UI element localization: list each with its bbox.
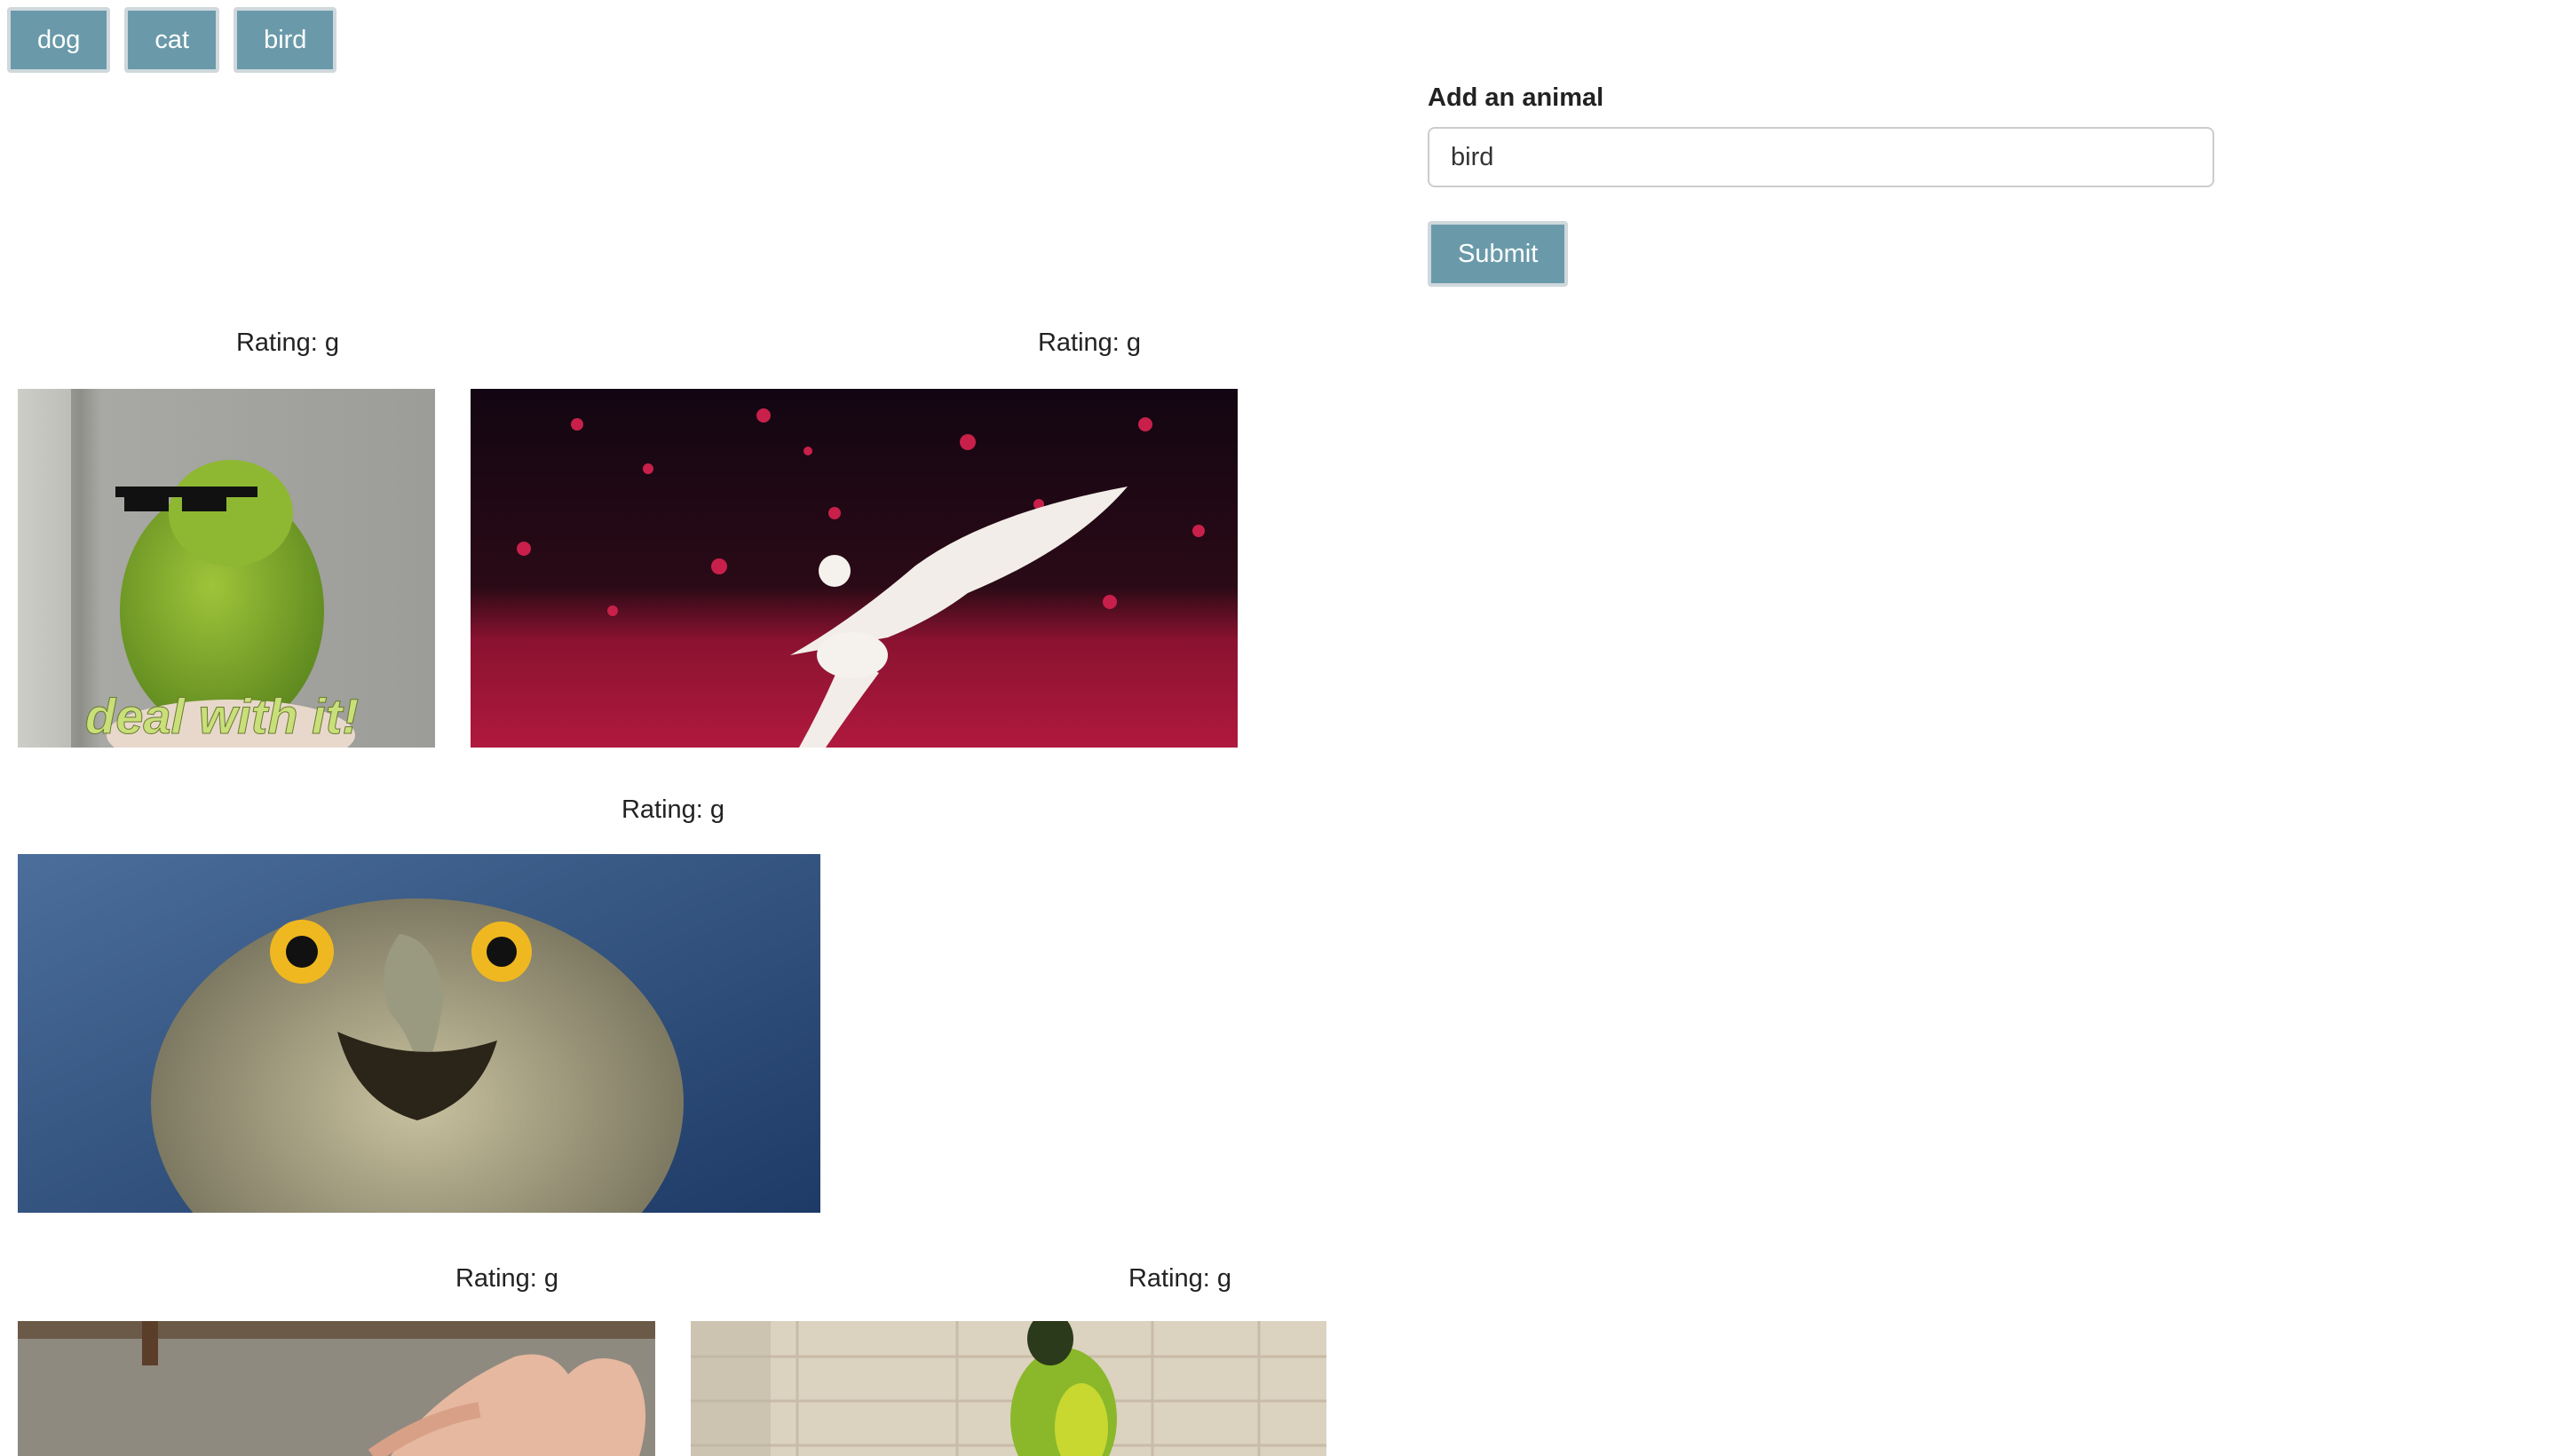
gif-image-dove-petals[interactable]	[471, 389, 1238, 748]
gif-image-owl[interactable]	[18, 854, 820, 1213]
animal-input[interactable]	[1428, 127, 2214, 187]
gif-rating: Rating: g	[235, 328, 340, 357]
gif-rating: Rating: g	[1037, 328, 1142, 357]
cat-button[interactable]: cat	[124, 7, 220, 73]
gif-image-green-bird-walking[interactable]	[691, 1321, 1326, 1456]
add-animal-label: Add an animal	[1428, 83, 1604, 112]
gif-rating: Rating: g	[621, 795, 725, 824]
gif-rating: Rating: g	[455, 1264, 559, 1293]
add-animal-form: Add an animal Submit	[1428, 83, 2214, 287]
submit-button[interactable]: Submit	[1428, 221, 1569, 287]
bird-button[interactable]: bird	[234, 7, 337, 73]
gif-rating: Rating: g	[1128, 1264, 1232, 1293]
gif-image-hand[interactable]	[18, 1321, 655, 1456]
dog-button[interactable]: dog	[7, 7, 111, 73]
giphy-app-page: dog cat bird Add an animal Submit Rating…	[0, 0, 2557, 1456]
gif-caption: deal with it!	[85, 688, 359, 744]
gif-image-parakeet-sunglasses[interactable]: deal with it!	[18, 389, 435, 748]
animal-button-row: dog cat bird	[7, 7, 337, 73]
